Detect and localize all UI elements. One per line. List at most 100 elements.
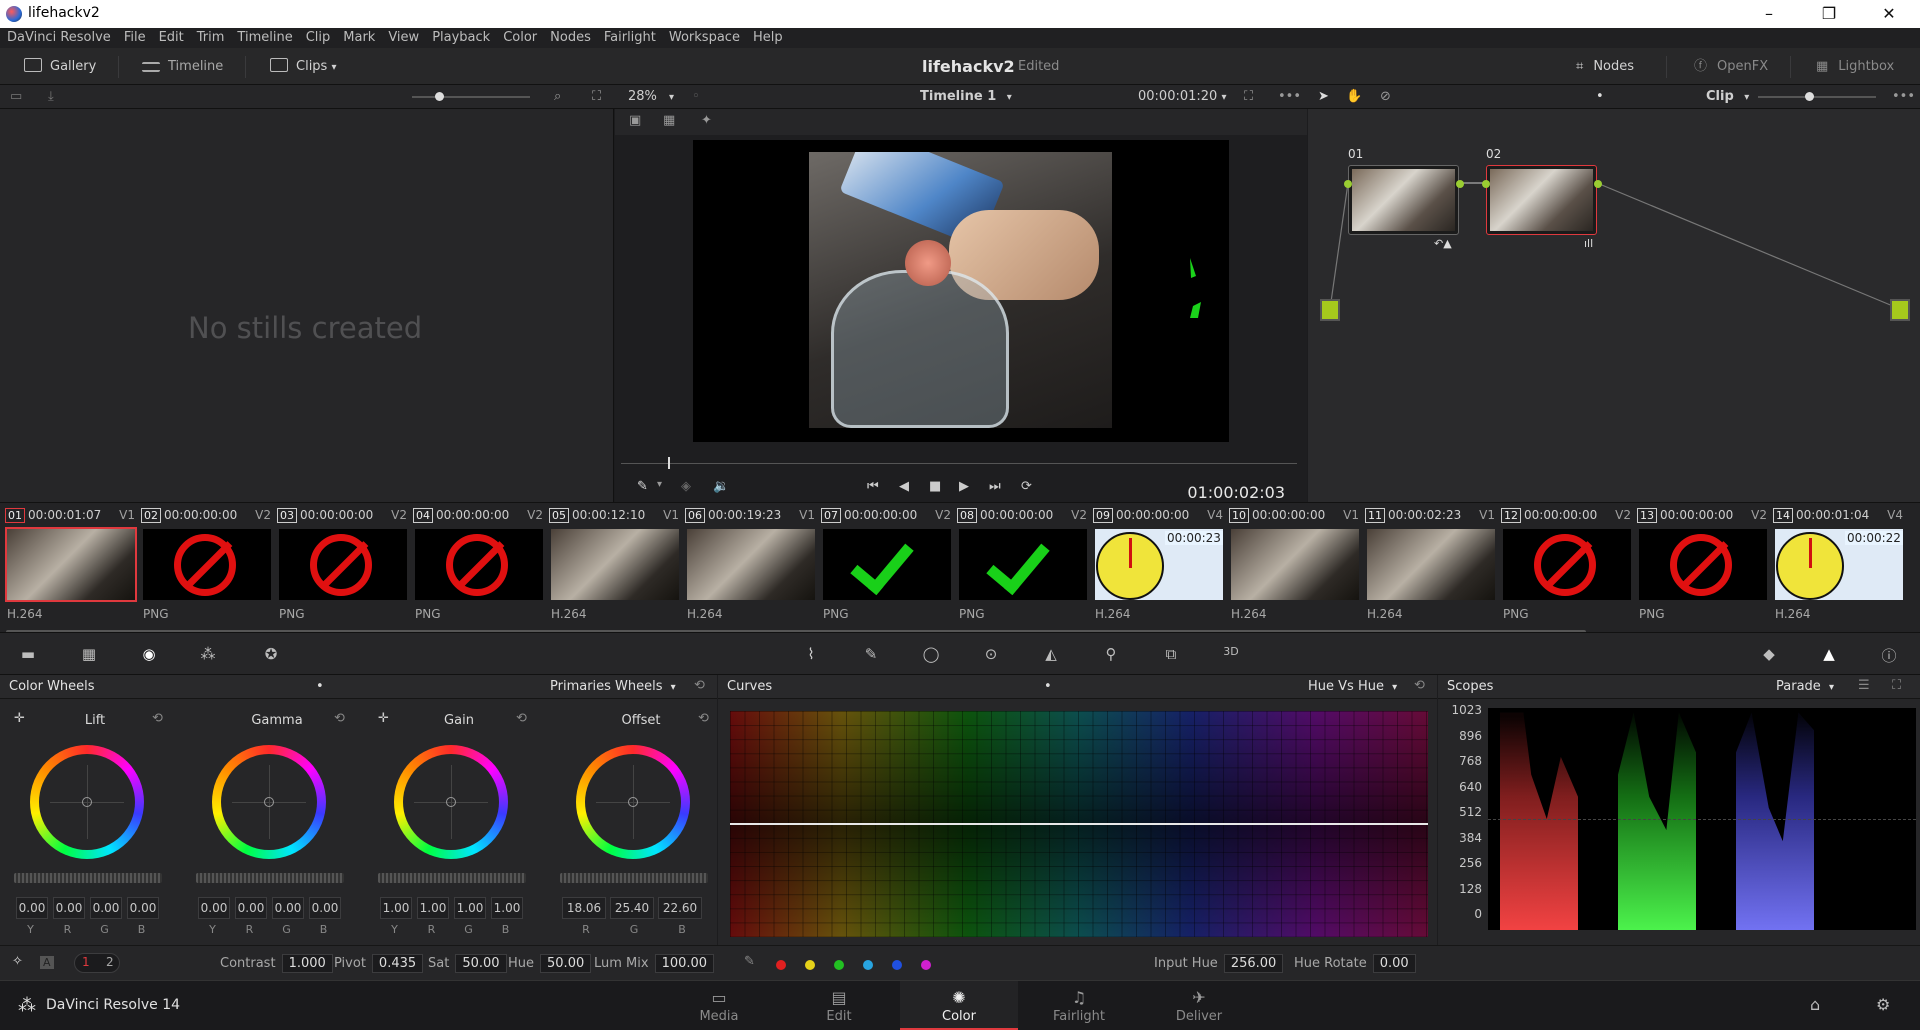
nodes-button[interactable]: ⌗ Nodes (1576, 57, 1634, 77)
color-wheel[interactable] (30, 745, 144, 859)
tracker-icon[interactable]: ⊙ (980, 645, 1002, 663)
reset-icon[interactable]: ⟲ (698, 711, 709, 726)
hue-rotate-control[interactable]: Hue Rotate 0.00 (1294, 954, 1416, 973)
lummix-value[interactable]: 100.00 (654, 954, 715, 973)
wheel-value[interactable]: 18.06 (562, 897, 606, 919)
contrast-value[interactable]: 1.000 (281, 954, 333, 973)
hue-control[interactable]: Hue 50.00 (508, 954, 592, 973)
search-icon[interactable]: ⌕ (554, 89, 561, 104)
clip-thumbnail[interactable]: 13 00:00:00:00 V2 PNG (1632, 507, 1767, 627)
clip-thumbnail[interactable]: 02 00:00:00:00 V2 PNG (136, 507, 271, 627)
master-wheel[interactable] (196, 873, 344, 883)
qualifier-icon[interactable]: ✎ (860, 645, 882, 663)
page-media[interactable]: ▭ Media (660, 981, 778, 1030)
hue-value[interactable]: 50.00 (540, 954, 592, 973)
clip-thumbnail[interactable]: 05 00:00:12:10 V1 H.264 (544, 507, 679, 627)
fullscreen-icon[interactable]: ⛶ (1244, 89, 1253, 104)
master-wheel[interactable] (378, 873, 526, 883)
input-hue-control[interactable]: Input Hue 256.00 (1154, 954, 1284, 973)
page-fairlight[interactable]: ♫ Fairlight (1020, 981, 1138, 1030)
clip-thumbnail[interactable]: 08 00:00:00:00 V2 PNG (952, 507, 1087, 627)
color-wheel[interactable] (576, 745, 690, 859)
page-edit[interactable]: ▤ Edit (780, 981, 898, 1030)
wheel-value[interactable]: 0.00 (16, 897, 48, 919)
wheel-value[interactable]: 1.00 (380, 897, 412, 919)
menu-item-color[interactable]: Color (496, 28, 543, 45)
clips-button[interactable]: Clips ▾ (270, 57, 337, 77)
clip-thumbnail[interactable]: 09 00:00:00:00 V4 00:00:23 H.264 (1088, 507, 1223, 627)
menu-item-view[interactable]: View (381, 28, 425, 45)
stop-icon[interactable]: ■ (929, 479, 941, 494)
green-swatch[interactable] (834, 960, 844, 970)
node-output-point[interactable] (1594, 180, 1602, 188)
color-match-icon[interactable]: ▦ (78, 645, 100, 663)
blue-swatch[interactable] (892, 960, 902, 970)
magic-wand-icon[interactable]: ✦ (701, 113, 712, 128)
page-1-button[interactable]: 1 (82, 955, 90, 969)
wheel-value[interactable]: 0.00 (198, 897, 230, 919)
auto-balance-icon[interactable]: ✧ (12, 954, 23, 969)
wheel-value[interactable]: 0.00 (90, 897, 122, 919)
auto-icon[interactable]: A (40, 956, 54, 969)
menu-item-timeline[interactable]: Timeline (230, 28, 298, 45)
reset-icon[interactable]: ⟲ (334, 711, 345, 726)
wheel-value[interactable]: 0.00 (53, 897, 85, 919)
volume-icon[interactable]: 🔉 (713, 479, 729, 494)
wheel-value[interactable]: 0.00 (235, 897, 267, 919)
fit-icon[interactable]: ⛶ (592, 89, 601, 104)
contrast-control[interactable]: Contrast 1.000 (220, 954, 333, 973)
home-icon[interactable]: ⌂ (1810, 995, 1820, 1014)
clip-thumbnail[interactable]: 04 00:00:00:00 V2 PNG (408, 507, 543, 627)
reset-icon[interactable]: ⟲ (152, 711, 163, 726)
wheel-center-handle[interactable] (264, 797, 274, 807)
grid-icon[interactable]: ▦ (663, 113, 675, 128)
key-icon[interactable]: ⚲ (1100, 645, 1122, 663)
scrubber-playhead[interactable] (668, 457, 670, 469)
panel-layout-icon[interactable]: ▭ (10, 89, 22, 104)
openfx-button[interactable]: ⓕ OpenFX (1694, 57, 1768, 77)
eyedropper-icon[interactable]: ✎ (744, 954, 755, 969)
clip-thumbnail[interactable]: 12 00:00:00:00 V2 PNG (1496, 507, 1631, 627)
master-wheel[interactable] (560, 873, 708, 883)
node-input-point[interactable] (1344, 180, 1352, 188)
color-wheel[interactable] (212, 745, 326, 859)
download-icon[interactable]: ⤓ (48, 89, 54, 104)
maximize-icon[interactable]: ❐ (1800, 0, 1858, 28)
expand-icon[interactable]: ⛶ (1892, 678, 1901, 693)
menu-item-mark[interactable]: Mark (336, 28, 381, 45)
pivot-control[interactable]: Pivot 0.435 (334, 954, 424, 973)
wheel-center-handle[interactable] (628, 797, 638, 807)
viewer-zoom-select[interactable]: 28% ▾ (628, 89, 674, 104)
master-wheel[interactable] (14, 873, 162, 883)
pivot-value[interactable]: 0.435 (371, 954, 424, 973)
lightbox-button[interactable]: ▦ Lightbox (1816, 57, 1894, 77)
wheel-value[interactable]: 25.40 (610, 897, 654, 919)
more-options-icon[interactable]: ••• (1892, 89, 1915, 104)
magenta-swatch[interactable] (921, 960, 931, 970)
clip-thumbnail[interactable]: 01 00:00:01:07 V1 H.264 (0, 507, 137, 627)
curve-line[interactable] (730, 823, 1428, 825)
menu-item-fairlight[interactable]: Fairlight (597, 28, 662, 45)
node-zoom-slider[interactable] (1758, 92, 1876, 101)
play-icon[interactable]: ▶ (959, 479, 969, 494)
scopes-icon[interactable]: ▲ (1818, 645, 1840, 663)
pointer-icon[interactable]: ➤ (1318, 89, 1329, 104)
skip-forward-icon[interactable]: ⏭ (989, 479, 1001, 494)
play-reverse-icon[interactable]: ◀ (899, 479, 909, 494)
info-icon[interactable]: ⓘ (1878, 645, 1900, 665)
clip-thumbnail[interactable]: 06 00:00:19:23 V1 H.264 (680, 507, 815, 627)
red-swatch[interactable] (776, 960, 786, 970)
eyedropper-icon[interactable]: ✎ (637, 479, 648, 494)
chevron-down-icon[interactable]: ▾ (657, 479, 662, 490)
clip-thumbnail[interactable]: 11 00:00:02:23 V1 H.264 (1360, 507, 1495, 627)
camera-raw-icon[interactable]: ▬ (17, 645, 39, 663)
timecode-select[interactable]: 00:00:01:20 ▾ (1138, 89, 1226, 104)
clip-thumbnail[interactable]: 07 00:00:00:00 V2 PNG (816, 507, 951, 627)
page-deliver[interactable]: ✈ Deliver (1140, 981, 1258, 1030)
clip-thumbnail[interactable]: 10 00:00:00:00 V1 H.264 (1224, 507, 1359, 627)
lummix-control[interactable]: Lum Mix 100.00 (594, 954, 715, 973)
wheel-value[interactable]: 22.60 (658, 897, 702, 919)
menu-item-trim[interactable]: Trim (190, 28, 231, 45)
curve-graph[interactable] (730, 711, 1428, 937)
menu-item-playback[interactable]: Playback (425, 28, 496, 45)
